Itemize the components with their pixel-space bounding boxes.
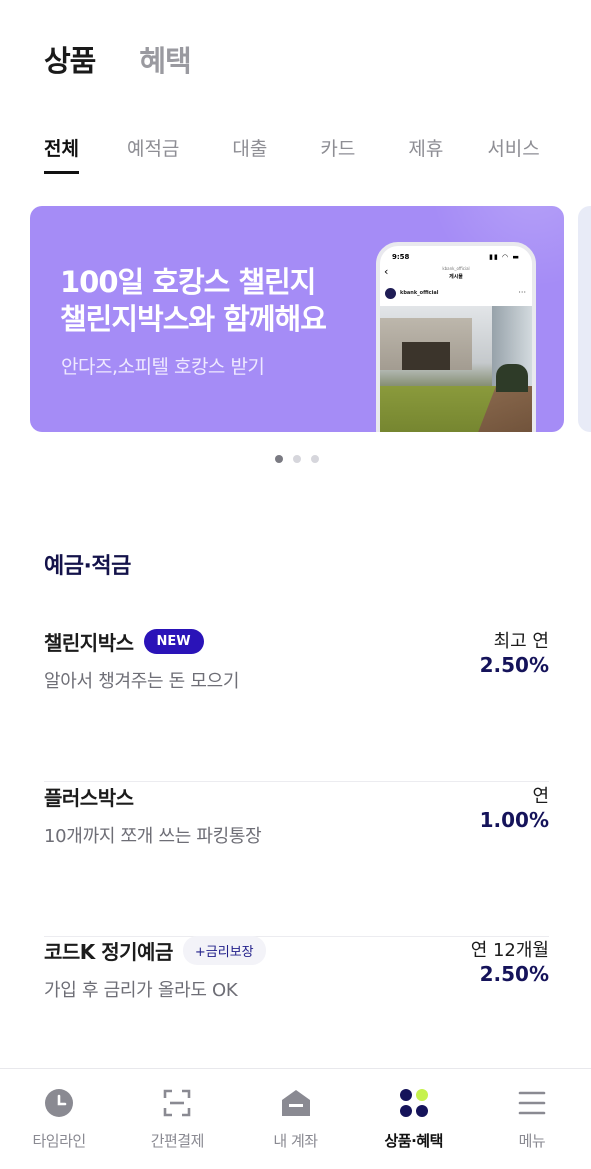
tab-benefits[interactable]: 혜택 xyxy=(139,38,191,80)
product-rate: 2.50% xyxy=(479,962,549,986)
product-rate: 2.50% xyxy=(479,653,549,677)
profile-avatar-icon xyxy=(385,288,396,299)
scan-icon xyxy=(161,1087,193,1119)
home-wallet-icon xyxy=(280,1087,312,1119)
nav-item-my-account[interactable]: 내 계좌 xyxy=(236,1069,354,1169)
product-description: 가입 후 금리가 올라도 OK xyxy=(44,980,238,1001)
phone-header-title: 게시물 xyxy=(449,274,463,280)
product-item-challenge-box[interactable]: 챌린지박스 NEW 알아서 챙겨주는 돈 모으기 최고 연 2.50% xyxy=(44,627,549,782)
hamburger-menu-icon xyxy=(516,1087,548,1119)
clock-icon xyxy=(43,1087,75,1119)
category-tab-savings[interactable]: 예적금 xyxy=(127,134,179,174)
carousel-dot[interactable] xyxy=(275,455,283,463)
phone-header-account: kbank_official xyxy=(442,266,470,271)
phone-username: kbank_official xyxy=(400,290,439,296)
product-item-plus-box[interactable]: 플러스박스 10개까지 쪼개 쓰는 파킹통장 연 1.00% xyxy=(44,782,549,937)
phone-mockup: 9:58 ▮▮ ◠ ▬ ‹ kbank_official 게시물 kbank_o… xyxy=(376,242,536,432)
product-rate-label: 최고 연 xyxy=(493,631,549,652)
rate-guarantee-badge: +금리보장 xyxy=(182,936,266,965)
phone-status-icons: ▮▮ ◠ ▬ xyxy=(489,253,520,261)
product-rate: 1.00% xyxy=(479,808,549,832)
product-name: 챌린지박스 xyxy=(44,631,134,655)
nav-label: 타임라인 xyxy=(32,1132,87,1150)
category-tab-cards[interactable]: 카드 xyxy=(320,134,355,174)
nav-item-easy-pay[interactable]: 간편결제 xyxy=(118,1069,236,1169)
nav-label: 간편결제 xyxy=(150,1132,205,1150)
category-tab-loans[interactable]: 대출 xyxy=(232,134,267,174)
nav-item-timeline[interactable]: 타임라인 xyxy=(0,1069,118,1169)
product-rate-label: 연 12개월 xyxy=(470,940,549,961)
category-tab-bar: 전체 예적금 대출 카드 제휴 서비스 xyxy=(44,134,591,174)
product-name: 플러스박스 xyxy=(44,786,134,810)
category-tab-all[interactable]: 전체 xyxy=(44,134,79,174)
more-dots-icon: ··· xyxy=(518,288,526,297)
next-banner-peek[interactable] xyxy=(578,206,591,432)
nav-item-products-benefits[interactable]: 상품·혜택 xyxy=(355,1069,473,1169)
nav-label: 내 계좌 xyxy=(273,1132,318,1150)
phone-status-time: 9:58 xyxy=(392,253,410,261)
product-name: 코드K 정기예금 xyxy=(44,940,173,964)
section-title: 예금·적금 xyxy=(44,554,131,579)
tab-products[interactable]: 상품 xyxy=(44,38,96,80)
new-badge: NEW xyxy=(143,629,204,654)
banner-title: 100일 호캉스 챌린지 챌린지박스와 함께해요 xyxy=(60,264,327,338)
four-dots-icon xyxy=(398,1087,430,1119)
nav-label: 상품·혜택 xyxy=(384,1132,444,1150)
nav-item-menu[interactable]: 메뉴 xyxy=(473,1069,591,1169)
product-rate-label: 연 xyxy=(532,786,549,807)
top-tab-bar: 상품 혜택 xyxy=(44,38,192,80)
banner-subtitle: 안다즈,소피텔 호캉스 받기 xyxy=(61,356,265,378)
category-tab-partners[interactable]: 제휴 xyxy=(408,134,443,174)
bottom-navigation: 타임라인 간편결제 내 계좌 상품·혜택 메뉴 xyxy=(0,1068,591,1169)
promo-banner[interactable]: 100일 호캉스 챌린지 챌린지박스와 함께해요 안다즈,소피텔 호캉스 받기 … xyxy=(30,206,564,432)
product-description: 10개까지 쪼개 쓰는 파킹통장 xyxy=(44,826,262,847)
nav-label: 메뉴 xyxy=(518,1132,546,1150)
carousel-dot[interactable] xyxy=(293,455,301,463)
carousel-pagination xyxy=(275,455,319,463)
banner-title-line1: 100일 호캉스 챌린지 xyxy=(60,265,316,299)
category-tab-services[interactable]: 서비스 xyxy=(487,134,539,174)
hotel-photo xyxy=(380,306,532,432)
banner-title-line2: 챌린지박스와 함께해요 xyxy=(60,302,327,336)
product-description: 알아서 챙겨주는 돈 모으기 xyxy=(44,671,240,692)
carousel-dot[interactable] xyxy=(311,455,319,463)
